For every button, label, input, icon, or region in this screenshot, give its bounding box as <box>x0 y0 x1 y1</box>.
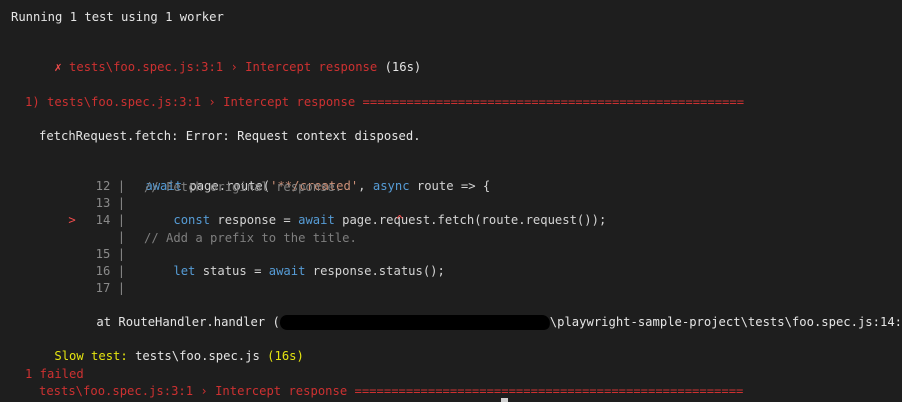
code-text: route => { <box>409 179 491 193</box>
keyword: async <box>372 179 410 193</box>
code-line-14: const response = await page.request.fetc… <box>144 196 606 227</box>
code-line-13: // Fetch original response. <box>144 180 343 194</box>
line-number: 17 <box>95 281 111 295</box>
terminal-cursor <box>501 398 508 402</box>
failed-count: 1 failed <box>25 367 84 381</box>
stack-suffix: \playwright-sample-project\tests\foo.spe… <box>549 315 902 329</box>
error-message: fetchRequest.fetch: Error: Request conte… <box>39 129 421 143</box>
code-line-15: // Add a prefix to the title. <box>144 231 357 245</box>
redacted-path <box>279 315 551 330</box>
failed-test-item: tests\foo.spec.js:3:1 › Intercept respon… <box>39 384 744 398</box>
code-line-12: await page.route('**/created', async rou… <box>116 162 490 193</box>
code-line-14-gutter: >14 | <box>68 213 126 227</box>
code-text: , <box>358 179 373 193</box>
code-line-17-gutter: 17 | <box>39 264 125 295</box>
slow-test-duration: (16s) <box>259 349 304 363</box>
test-result-duration: (16s) <box>384 60 422 74</box>
code-line-12-gutter: 12 | <box>39 162 125 193</box>
code-text: response.status(); <box>305 264 445 278</box>
test-result-title: tests\foo.spec.js:3:1 › Intercept respon… <box>69 60 378 74</box>
code-text: response = <box>210 213 299 227</box>
stack-prefix: at RouteHandler.handler ( <box>96 315 280 329</box>
keyword: await <box>268 264 306 278</box>
terminal-output: Running 1 test using 1 worker ✗ tests\fo… <box>0 0 902 402</box>
code-line-16-gutter: 16 | <box>39 247 125 278</box>
slow-test-label: Slow test: <box>54 349 128 363</box>
slow-test-file: tests\foo.spec.js <box>127 349 260 363</box>
run-header: Running 1 test using 1 worker <box>11 10 224 24</box>
test-result-line: ✗ tests\foo.spec.js:3:1 › Intercept resp… <box>25 43 421 74</box>
code-text: page.request.fetch(route.request()); <box>334 213 607 227</box>
failure-heading: 1) tests\foo.spec.js:3:1 › Intercept res… <box>25 95 745 109</box>
error-caret-icon: ^ <box>396 213 404 227</box>
keyword: let <box>173 264 196 278</box>
slow-test-line: Slow test: tests\foo.spec.js (16s) <box>25 332 303 363</box>
code-line-15-gutter: 15 | <box>39 230 125 261</box>
code-line-13-gutter: 13 | <box>39 179 125 210</box>
code-caret-gutter: | <box>110 230 126 244</box>
keyword: await <box>298 213 335 227</box>
keyword: const <box>173 213 211 227</box>
code-line-16: let status = await response.status(); <box>144 247 445 278</box>
code-text: status = <box>195 264 269 278</box>
fail-mark-icon: ✗ <box>54 60 62 74</box>
stack-trace-line: at RouteHandler.handler ( \playwright-sam… <box>67 298 902 330</box>
